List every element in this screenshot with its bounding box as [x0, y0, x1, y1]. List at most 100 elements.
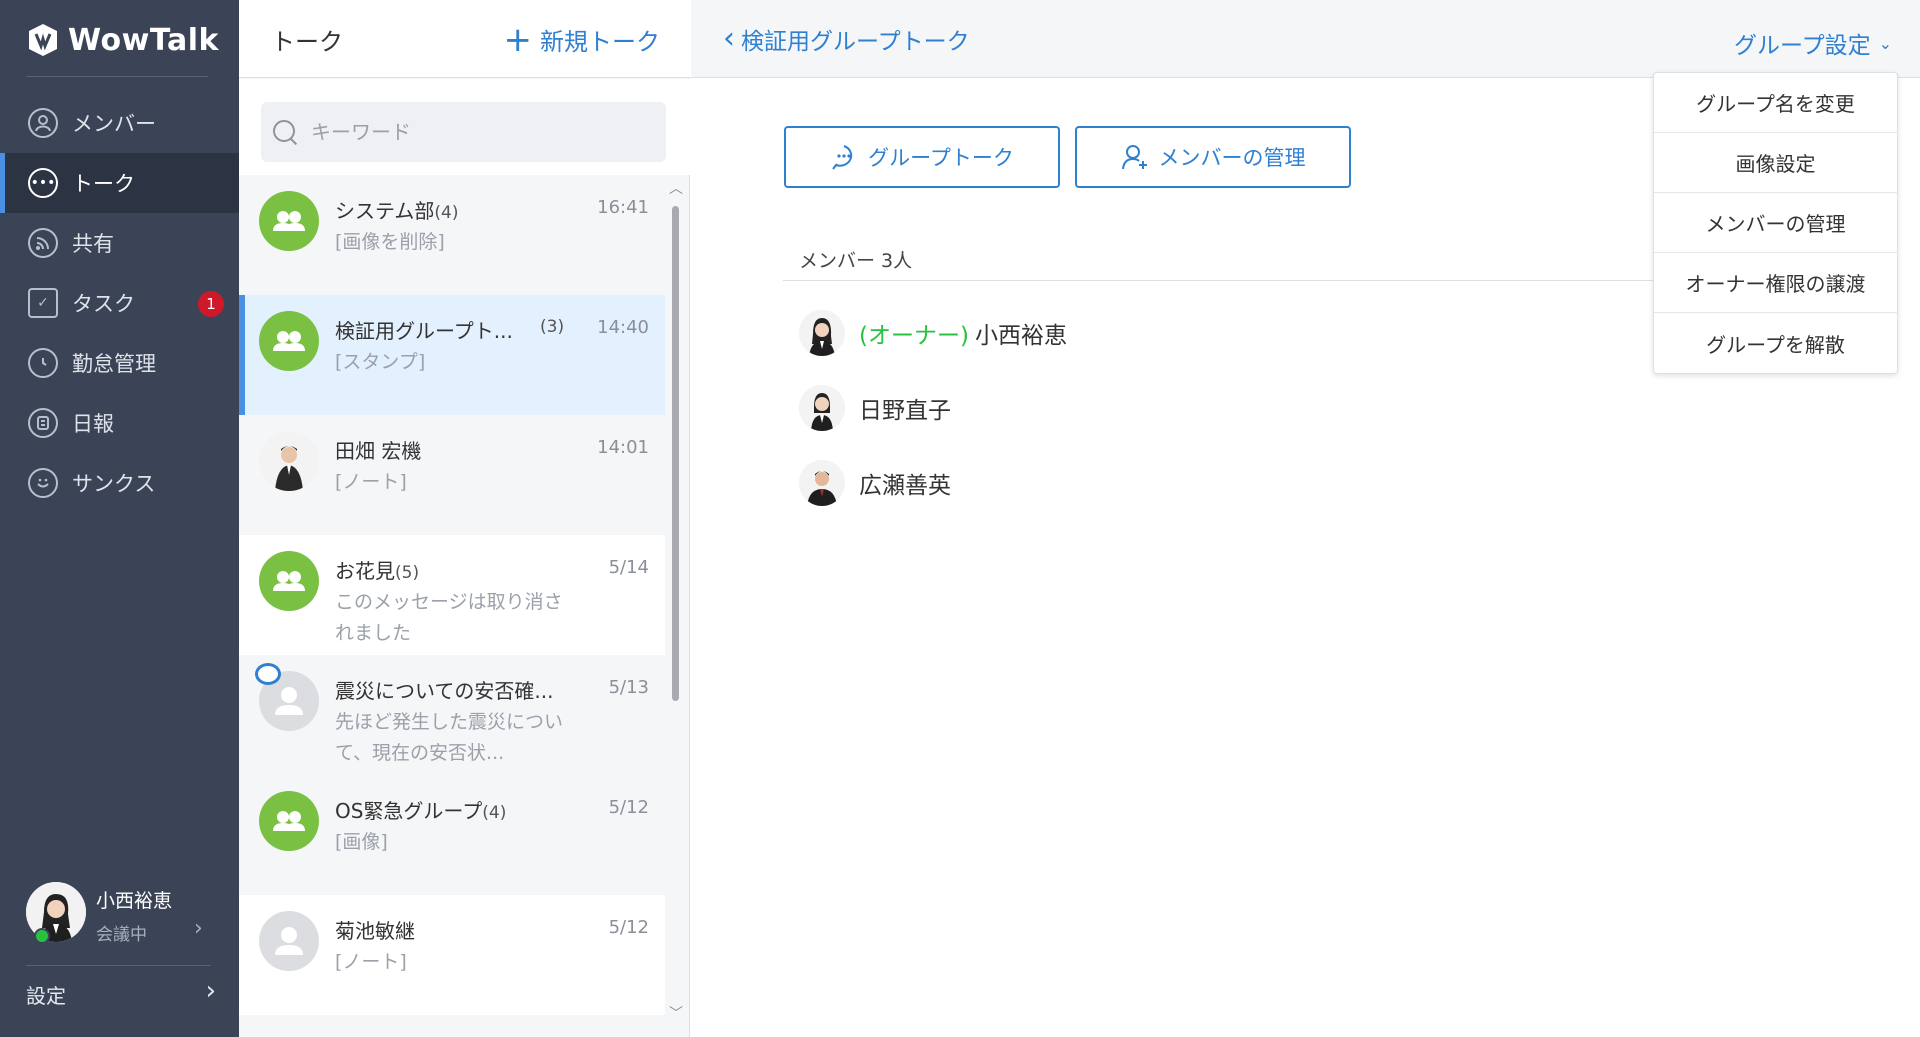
profile-name: 小西裕恵 [96, 890, 173, 912]
group-settings-label: グループ設定 [1733, 33, 1871, 59]
task-count-badge: 1 [198, 291, 224, 317]
app-name: WowTalk [68, 22, 219, 58]
talk-item[interactable]: OS緊急グループ(4) 5/12 [画像] [239, 775, 665, 895]
sidebar: WowTalk メンバー ••• トーク 共有 ✓ タスク 1 勤怠管理 日報 … [0, 0, 239, 1037]
member-name: 広瀬善英 [859, 473, 951, 499]
member-name: 日野直子 [859, 398, 951, 424]
talk-item[interactable]: システム部(4) 16:41 [画像を削除] [239, 175, 665, 295]
owner-label: (オーナー) [859, 323, 969, 349]
talk-time: 16:41 [597, 197, 649, 218]
sidebar-item-task[interactable]: ✓ タスク 1 [0, 273, 239, 333]
group-avatar-icon [259, 191, 319, 251]
sidebar-item-members[interactable]: メンバー [0, 93, 239, 153]
avatar [259, 431, 319, 491]
scroll-thumb[interactable] [672, 206, 679, 701]
mention-bubble-icon [255, 663, 281, 685]
talk-item[interactable]: 検証用グループト... (3) 14:40 [スタンプ] [239, 295, 665, 415]
back-button[interactable]: ‹ 検証用グループトーク [723, 22, 970, 56]
scroll-down-icon[interactable]: ﹀ [669, 1003, 683, 1023]
menu-item-disband-group[interactable]: グループを解散 [1654, 313, 1897, 373]
sidebar-item-label: トーク [72, 172, 135, 196]
manage-members-label: メンバーの管理 [1158, 146, 1306, 170]
avatar [799, 460, 845, 506]
sidebar-item-label: タスク [72, 292, 135, 316]
search-area [239, 79, 690, 175]
group-avatar-icon [259, 791, 319, 851]
chevron-down-icon: ⌄ [1878, 33, 1892, 53]
talk-name: 田畑 宏機 [335, 439, 422, 463]
talk-last-message: [画像] [335, 831, 388, 853]
talk-name: 検証用グループト... [335, 319, 513, 343]
talk-last-message: このメッセージは取り消されました [335, 591, 563, 644]
sidebar-item-attendance[interactable]: 勤怠管理 [0, 333, 239, 393]
talk-list-title: トーク [271, 28, 343, 56]
menu-item-manage-members[interactable]: メンバーの管理 [1654, 193, 1897, 253]
talk-item[interactable]: お花見(5) 5/14 このメッセージは取り消されました [239, 535, 665, 655]
member-name: 小西裕恵 [974, 323, 1067, 349]
sidebar-item-label: 日報 [72, 412, 114, 436]
sidebar-item-label: 勤怠管理 [72, 352, 156, 376]
talk-name: OS緊急グループ(4) [335, 799, 507, 823]
sidebar-item-talk[interactable]: ••• トーク [0, 153, 239, 213]
manage-members-button[interactable]: メンバーの管理 [1075, 126, 1351, 188]
talk-last-message: [ノート] [335, 471, 407, 493]
talk-member-count: (3) [540, 317, 565, 337]
group-talk-label: グループトーク [868, 146, 1014, 170]
group-talk-button[interactable]: グループトーク [784, 126, 1060, 188]
talk-last-message: [画像を削除] [335, 231, 445, 253]
talk-item[interactable]: 田畑 宏機 14:01 [ノート] [239, 415, 665, 535]
settings-label: 設定 [26, 984, 66, 1008]
talk-last-message: [スタンプ] [335, 351, 426, 373]
new-talk-button[interactable]: + 新規トーク [504, 22, 661, 57]
sidebar-nav: メンバー ••• トーク 共有 ✓ タスク 1 勤怠管理 日報 サンクス [0, 93, 239, 513]
talk-name: 震災についての安否確... [335, 679, 554, 703]
sidebar-divider [26, 965, 211, 966]
app-logo[interactable]: WowTalk [26, 20, 219, 60]
talk-list-scrollbar[interactable]: ︿ ﹀ [667, 178, 685, 1023]
group-settings-button[interactable]: グループ設定 ⌄ [1734, 26, 1892, 60]
talk-list-panel: トーク + 新規トーク システム部(4) 16:41 [画像を削除] 検証用グル… [239, 0, 690, 1037]
search-box[interactable] [261, 102, 666, 162]
menu-item-rename-group[interactable]: グループ名を変更 [1654, 73, 1897, 133]
group-avatar-icon [259, 551, 319, 611]
sidebar-item-label: サンクス [72, 472, 156, 496]
sidebar-item-share[interactable]: 共有 [0, 213, 239, 273]
add-user-icon [1121, 145, 1147, 170]
plus-icon: + [503, 19, 533, 60]
talk-item[interactable]: 菊池敏継 5/12 [ノート] [239, 895, 665, 1015]
user-profile[interactable]: 小西裕恵 会議中 › [24, 880, 224, 950]
menu-item-image-settings[interactable]: 画像設定 [1654, 133, 1897, 193]
sidebar-item-label: メンバー [72, 112, 156, 136]
share-icon [28, 228, 58, 258]
talk-time: 5/14 [608, 557, 649, 578]
clock-icon [28, 348, 58, 378]
scroll-up-icon[interactable]: ︿ [669, 178, 683, 198]
member-row[interactable]: (オーナー) 小西裕恵 [799, 308, 1067, 358]
talk-time: 5/12 [608, 917, 649, 938]
sidebar-item-daily-report[interactable]: 日報 [0, 393, 239, 453]
talk-last-message: [ノート] [335, 951, 407, 973]
wowtalk-logo-icon [29, 24, 57, 56]
search-input[interactable] [311, 120, 641, 144]
settings-link[interactable]: 設定 › [26, 976, 216, 1010]
talk-name: 菊池敏継 [335, 919, 415, 943]
talk-time: 5/13 [608, 677, 649, 698]
member-row[interactable]: 日野直子 [799, 383, 951, 433]
chat-icon: ••• [28, 168, 58, 198]
talk-time: 14:01 [597, 437, 649, 458]
menu-item-transfer-ownership[interactable]: オーナー権限の譲渡 [1654, 253, 1897, 313]
chevron-right-icon: › [205, 976, 216, 1006]
chevron-right-icon: › [194, 916, 203, 941]
avatar [799, 385, 845, 431]
logo-divider [26, 76, 208, 77]
search-icon [271, 118, 299, 146]
group-detail-header: ‹ 検証用グループトーク グループ設定 ⌄ [691, 0, 1920, 78]
smile-icon [28, 468, 58, 498]
group-avatar-icon [259, 311, 319, 371]
talk-list: システム部(4) 16:41 [画像を削除] 検証用グループト... (3) 1… [239, 175, 665, 1015]
back-label: 検証用グループトーク [741, 29, 970, 55]
member-row[interactable]: 広瀬善英 [799, 458, 951, 508]
sidebar-item-thanks[interactable]: サンクス [0, 453, 239, 513]
talk-item[interactable]: 震災についての安否確... 5/13 先ほど発生した震災について、現在の安否状.… [239, 655, 665, 775]
avatar [799, 310, 845, 356]
